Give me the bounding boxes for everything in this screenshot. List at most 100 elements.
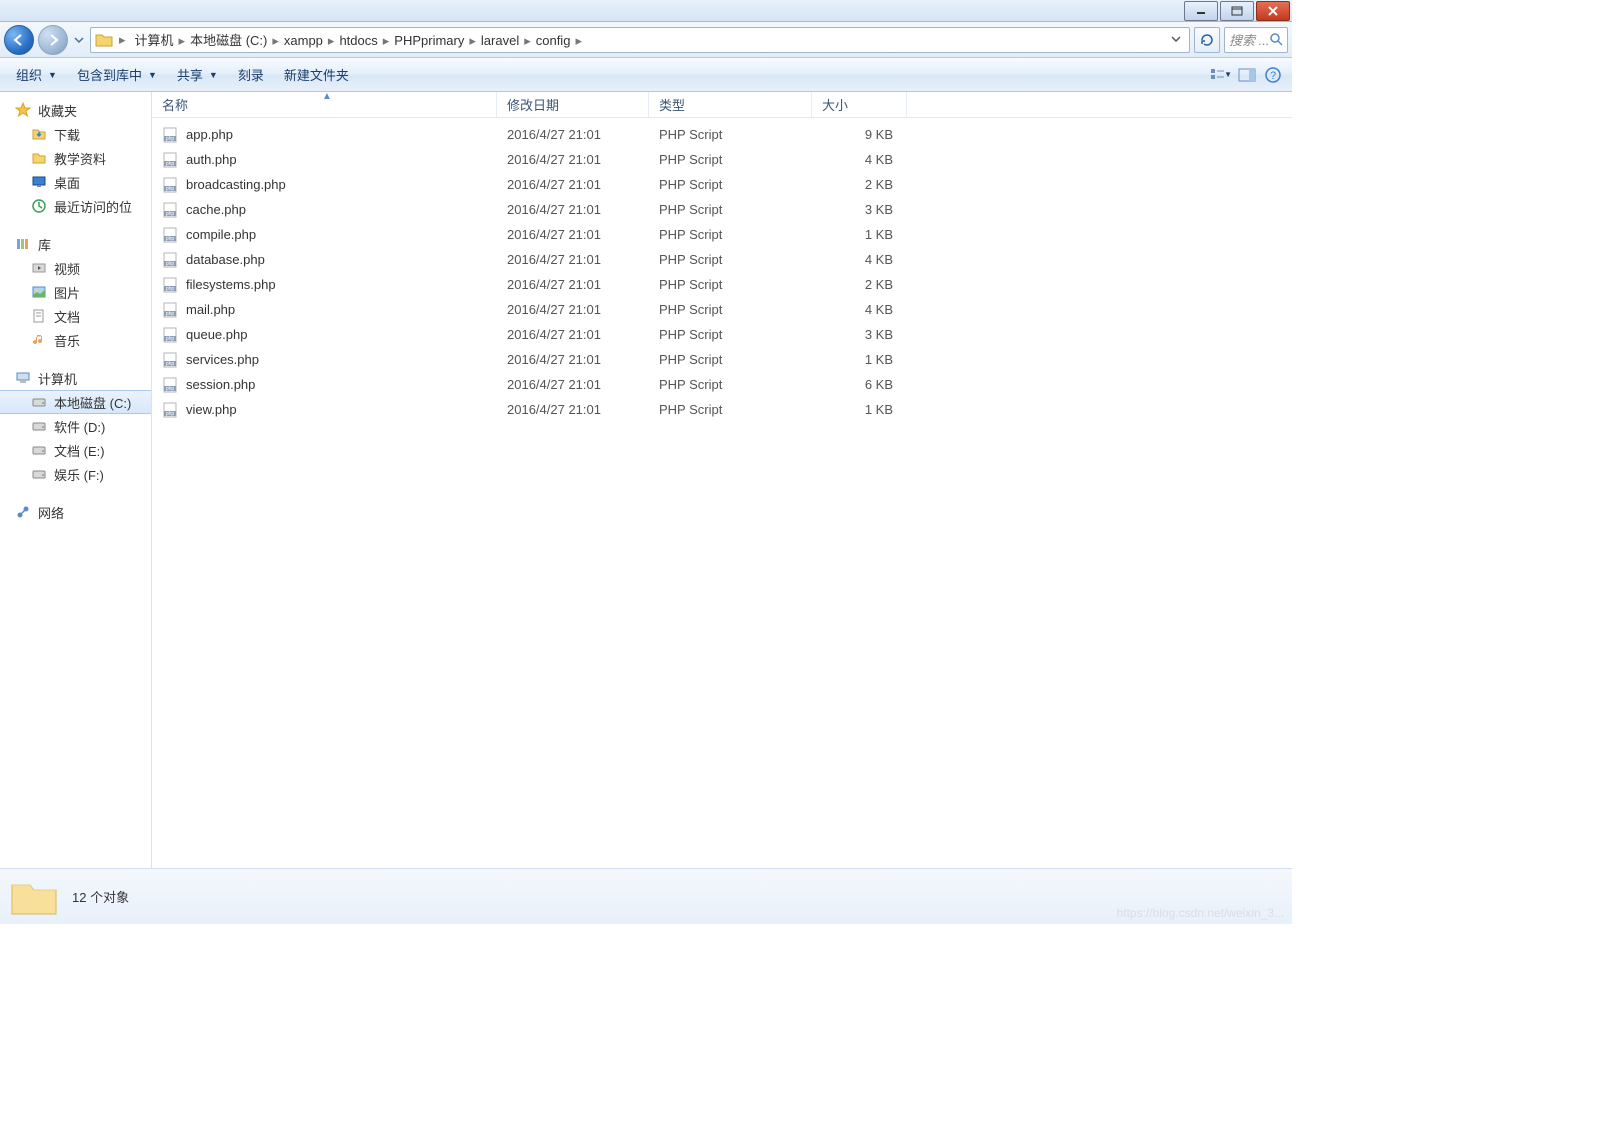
file-date: 2016/4/27 21:01 (497, 327, 649, 342)
php-file-icon: php (162, 327, 180, 343)
chevron-right-icon: ▸ (270, 33, 281, 48)
sidebar-item[interactable]: 音乐 (0, 328, 151, 352)
chevron-right-icon: ▸ (522, 33, 533, 48)
sidebar-group-header[interactable]: 计算机 (0, 366, 151, 390)
file-size: 3 KB (812, 327, 907, 342)
address-bar[interactable]: ▸ 计算机▸本地磁盘 (C:)▸xampp▸htdocs▸PHPprimary▸… (90, 27, 1190, 53)
file-name: app.php (186, 127, 233, 142)
file-date: 2016/4/27 21:01 (497, 277, 649, 292)
breadcrumb-item[interactable]: PHPprimary (391, 33, 467, 48)
sidebar-item[interactable]: 文档 (0, 304, 151, 328)
maximize-button[interactable] (1220, 1, 1254, 21)
sidebar-item[interactable]: 视频 (0, 256, 151, 280)
file-date: 2016/4/27 21:01 (497, 152, 649, 167)
burn-button[interactable]: 刻录 (230, 61, 272, 88)
search-input[interactable]: 搜索 ... (1224, 27, 1288, 53)
svg-text:php: php (166, 286, 175, 292)
sidebar-item[interactable]: 文档 (E:) (0, 438, 151, 462)
breadcrumb-item[interactable]: htdocs (336, 33, 380, 48)
help-button[interactable]: ? (1262, 64, 1284, 86)
sidebar-group-header[interactable]: 库 (0, 232, 151, 256)
svg-text:php: php (166, 136, 175, 142)
refresh-icon (1199, 32, 1215, 48)
sidebar-group-header[interactable]: 收藏夹 (0, 98, 151, 122)
file-row[interactable]: phpapp.php2016/4/27 21:01PHP Script9 KB (152, 122, 1292, 147)
preview-pane-button[interactable] (1236, 64, 1258, 86)
file-date: 2016/4/27 21:01 (497, 402, 649, 417)
php-file-icon: php (162, 127, 180, 143)
php-file-icon: php (162, 152, 180, 168)
arrow-left-icon (11, 32, 27, 48)
titlebar (0, 0, 1292, 22)
file-size: 3 KB (812, 202, 907, 217)
file-row[interactable]: phpdatabase.php2016/4/27 21:01PHP Script… (152, 247, 1292, 272)
column-header-size[interactable]: 大小 (812, 92, 907, 117)
sidebar-item[interactable]: 最近访问的位 (0, 194, 151, 218)
php-file-icon: php (162, 252, 180, 268)
svg-text:php: php (166, 311, 175, 317)
svg-text:php: php (166, 211, 175, 217)
file-size: 4 KB (812, 152, 907, 167)
include-in-library-menu[interactable]: 包含到库中▼ (69, 61, 165, 88)
php-file-icon: php (162, 277, 180, 293)
sidebar-item[interactable]: 软件 (D:) (0, 414, 151, 438)
file-name: database.php (186, 252, 265, 267)
chevron-right-icon: ▸ (573, 33, 584, 48)
file-size: 1 KB (812, 352, 907, 367)
breadcrumb-item[interactable]: config (533, 33, 574, 48)
column-header-type[interactable]: 类型 (649, 92, 812, 117)
sidebar-item[interactable]: 教学资料 (0, 146, 151, 170)
breadcrumb-item[interactable]: 本地磁盘 (C:) (187, 33, 270, 48)
php-file-icon: php (162, 227, 180, 243)
file-row[interactable]: php queue.php 2016/4/27 21:01PHP Script3 K… (152, 322, 1292, 347)
address-dropdown[interactable] (1167, 32, 1185, 47)
refresh-button[interactable] (1194, 27, 1220, 53)
file-type: PHP Script (649, 127, 812, 142)
breadcrumb-item[interactable]: xampp (281, 33, 326, 48)
organize-menu[interactable]: 组织▼ (8, 61, 65, 88)
file-pane: ▲ 名称 修改日期 类型 大小 phpapp.php2016/4/27 21:0… (152, 92, 1292, 868)
file-row[interactable]: phpauth.php2016/4/27 21:01PHP Script4 KB (152, 147, 1292, 172)
back-button[interactable] (4, 25, 34, 55)
file-row[interactable]: phpfilesystems.php2016/4/27 21:01PHP Scr… (152, 272, 1292, 297)
file-list: phpapp.php2016/4/27 21:01PHP Script9 KBp… (152, 118, 1292, 868)
file-row[interactable]: phpcompile.php2016/4/27 21:01PHP Script1… (152, 222, 1292, 247)
file-date: 2016/4/27 21:01 (497, 202, 649, 217)
svg-text:php: php (166, 386, 175, 392)
status-text: 12 个对象 (72, 887, 129, 906)
file-row[interactable]: phpservices.php2016/4/27 21:01PHP Script… (152, 347, 1292, 372)
file-type: PHP Script (649, 302, 812, 317)
view-options-button[interactable]: ▼ (1210, 64, 1232, 86)
php-file-icon: php (162, 402, 180, 418)
file-name: cache.php (186, 202, 246, 217)
file-row[interactable]: php cache.php 2016/4/27 21:01PHP Script3 K… (152, 197, 1292, 222)
new-folder-button[interactable]: 新建文件夹 (276, 61, 357, 88)
file-size: 1 KB (812, 227, 907, 242)
sidebar-item[interactable]: 桌面 (0, 170, 151, 194)
column-header-date[interactable]: 修改日期 (497, 92, 649, 117)
file-row[interactable]: phpsession.php2016/4/27 21:01PHP Script6… (152, 372, 1292, 397)
chevron-right-icon: ▸ (381, 33, 392, 48)
file-row[interactable]: phpbroadcasting.php2016/4/27 21:01PHP Sc… (152, 172, 1292, 197)
minimize-button[interactable] (1184, 1, 1218, 21)
file-row[interactable]: phpview.php2016/4/27 21:01PHP Script1 KB (152, 397, 1292, 422)
sidebar-item[interactable]: 下载 (0, 122, 151, 146)
file-row[interactable]: phpmail.php2016/4/27 21:01PHP Script4 KB (152, 297, 1292, 322)
breadcrumb-item[interactable]: laravel (478, 33, 522, 48)
file-type: PHP Script (649, 202, 812, 217)
nav-history-dropdown[interactable] (72, 26, 86, 54)
breadcrumb-item[interactable]: 计算机 (132, 33, 177, 48)
share-menu[interactable]: 共享▼ (169, 61, 226, 88)
sidebar-group-header[interactable]: 网络 (0, 500, 151, 524)
navigation-bar: ▸ 计算机▸本地磁盘 (C:)▸xampp▸htdocs▸PHPprimary▸… (0, 22, 1292, 58)
file-name: queue.php (186, 327, 247, 342)
sidebar-item[interactable]: 娱乐 (F:) (0, 462, 151, 486)
forward-button[interactable] (38, 25, 68, 55)
close-button[interactable] (1256, 1, 1290, 21)
file-date: 2016/4/27 21:01 (497, 352, 649, 367)
file-type: PHP Script (649, 327, 812, 342)
chevron-right-icon: ▸ (467, 33, 478, 48)
file-size: 2 KB (812, 177, 907, 192)
sidebar-item[interactable]: 本地磁盘 (C:) (0, 390, 151, 414)
sidebar-item[interactable]: 图片 (0, 280, 151, 304)
